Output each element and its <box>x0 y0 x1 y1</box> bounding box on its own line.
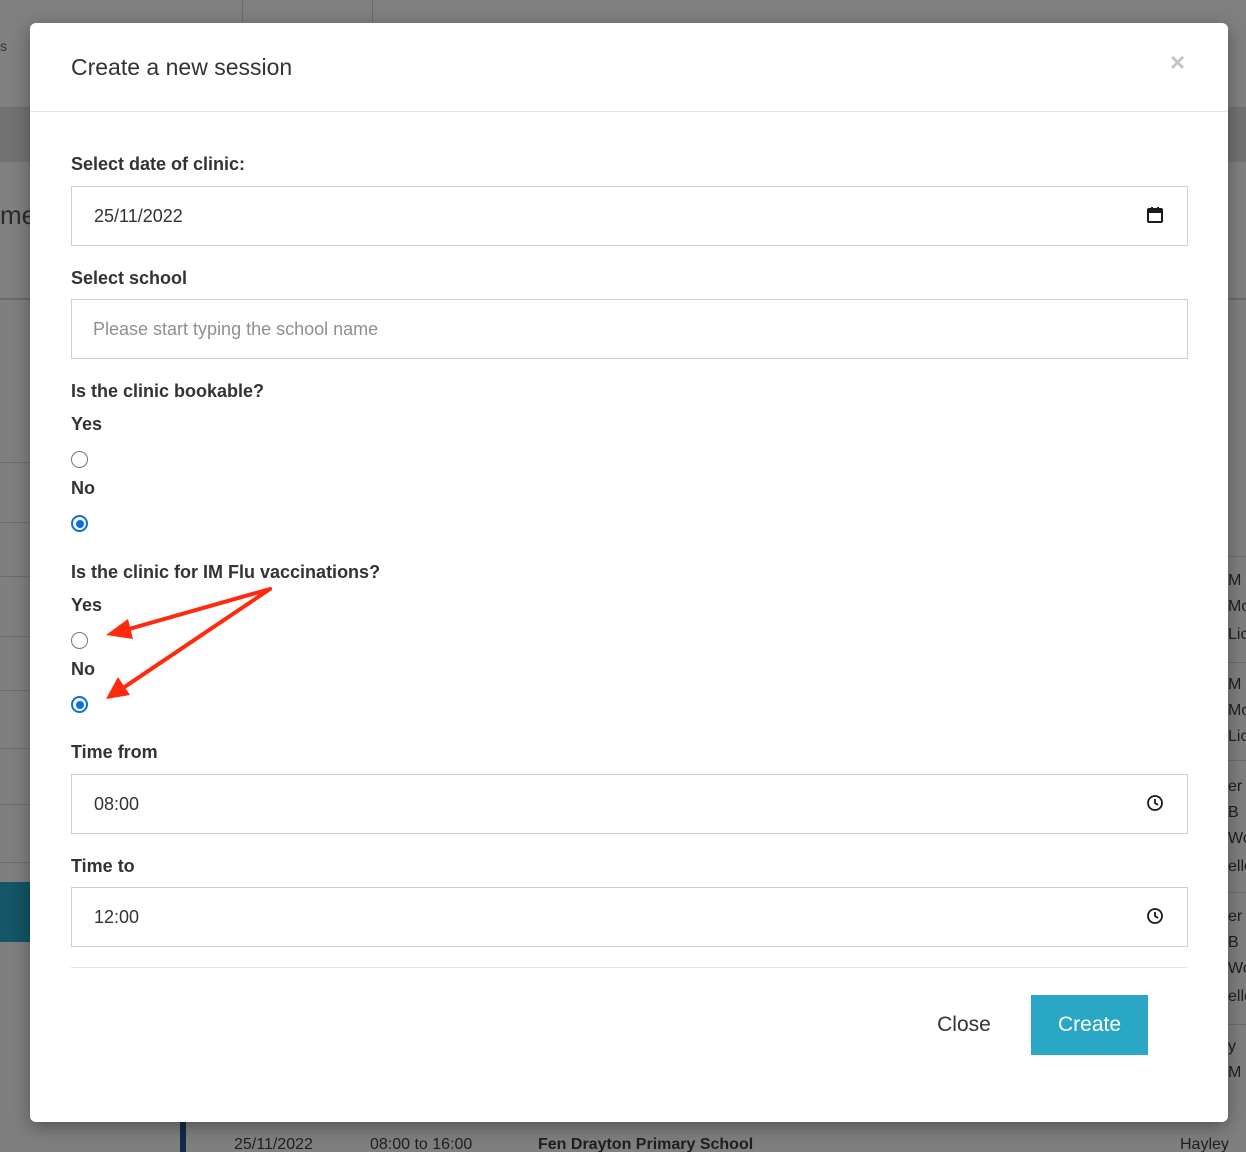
date-value: 25/11/2022 <box>94 206 183 226</box>
modal-title: Create a new session <box>71 54 293 80</box>
im-flu-yes-label: Yes <box>71 595 103 615</box>
background-navy-bar <box>180 1120 186 1152</box>
bookable-no-radio[interactable] <box>71 515 88 532</box>
background-row-date: 25/11/2022 <box>234 1136 313 1152</box>
school-placeholder: Please start typing the school name <box>93 319 379 339</box>
close-button[interactable]: Close <box>920 995 1008 1055</box>
bookable-yes-radio[interactable] <box>71 451 88 468</box>
background-right-fragment: B <box>1228 934 1239 951</box>
background-right-fragment: er <box>1228 778 1243 795</box>
im-flu-question: Is the clinic for IM Flu vaccinations? <box>71 562 381 582</box>
modal-header: Create a new session × <box>30 23 1228 112</box>
background-right-fragment: Mo <box>1228 598 1246 615</box>
background-row-school: Fen Drayton Primary School <box>538 1136 754 1152</box>
background-right-fragment: Lic <box>1228 626 1246 643</box>
date-label: Select date of clinic: <box>71 154 246 174</box>
background-right-fragment: Mo <box>1228 702 1246 719</box>
date-input[interactable]: 25/11/2022 <box>71 186 1188 246</box>
im-flu-no-label: No <box>71 659 95 679</box>
clock-icon[interactable] <box>1145 906 1165 926</box>
background-right-fragment: M <box>1228 1064 1242 1081</box>
create-session-modal: Create a new session × Select date of cl… <box>30 23 1228 1122</box>
im-flu-no-radio[interactable] <box>71 696 88 713</box>
background-right-fragment: elle <box>1228 858 1246 875</box>
background-divider <box>242 0 243 22</box>
background-text-fragment: s <box>0 38 7 54</box>
background-row-time: 08:00 to 16:00 <box>370 1136 473 1152</box>
background-right-fragment: er <box>1228 908 1243 925</box>
time-from-label: Time from <box>71 742 158 762</box>
clock-icon[interactable] <box>1145 793 1165 813</box>
background-teal-block <box>0 882 30 942</box>
time-to-label: Time to <box>71 856 135 876</box>
background-divider <box>372 0 373 22</box>
school-search-input[interactable]: Please start typing the school name <box>71 299 1188 359</box>
close-icon[interactable]: × <box>1170 49 1185 75</box>
background-right-fragment: Wo <box>1228 960 1246 977</box>
bookable-question: Is the clinic bookable? <box>71 381 265 401</box>
school-label: Select school <box>71 268 188 288</box>
time-to-value: 12:00 <box>94 907 140 927</box>
bookable-no-label: No <box>71 478 95 498</box>
time-from-value: 08:00 <box>94 794 140 814</box>
create-button[interactable]: Create <box>1031 995 1148 1055</box>
background-right-fragment: M <box>1228 572 1242 589</box>
background-right-fragment: y <box>1228 1038 1236 1055</box>
bookable-yes-label: Yes <box>71 414 103 434</box>
calendar-icon[interactable] <box>1145 205 1165 225</box>
background-right-fragment: M <box>1228 676 1242 693</box>
time-from-input[interactable]: 08:00 <box>71 774 1188 834</box>
footer-divider <box>71 967 1188 968</box>
background-right-fragment: Lic <box>1228 728 1246 745</box>
im-flu-yes-radio[interactable] <box>71 632 88 649</box>
background-row-person: Hayley <box>1180 1136 1229 1152</box>
background-right-fragment: B <box>1228 804 1239 821</box>
background-right-fragment: elle <box>1228 988 1246 1005</box>
background-right-fragment: Wo <box>1228 830 1246 847</box>
time-to-input[interactable]: 12:00 <box>71 887 1188 947</box>
